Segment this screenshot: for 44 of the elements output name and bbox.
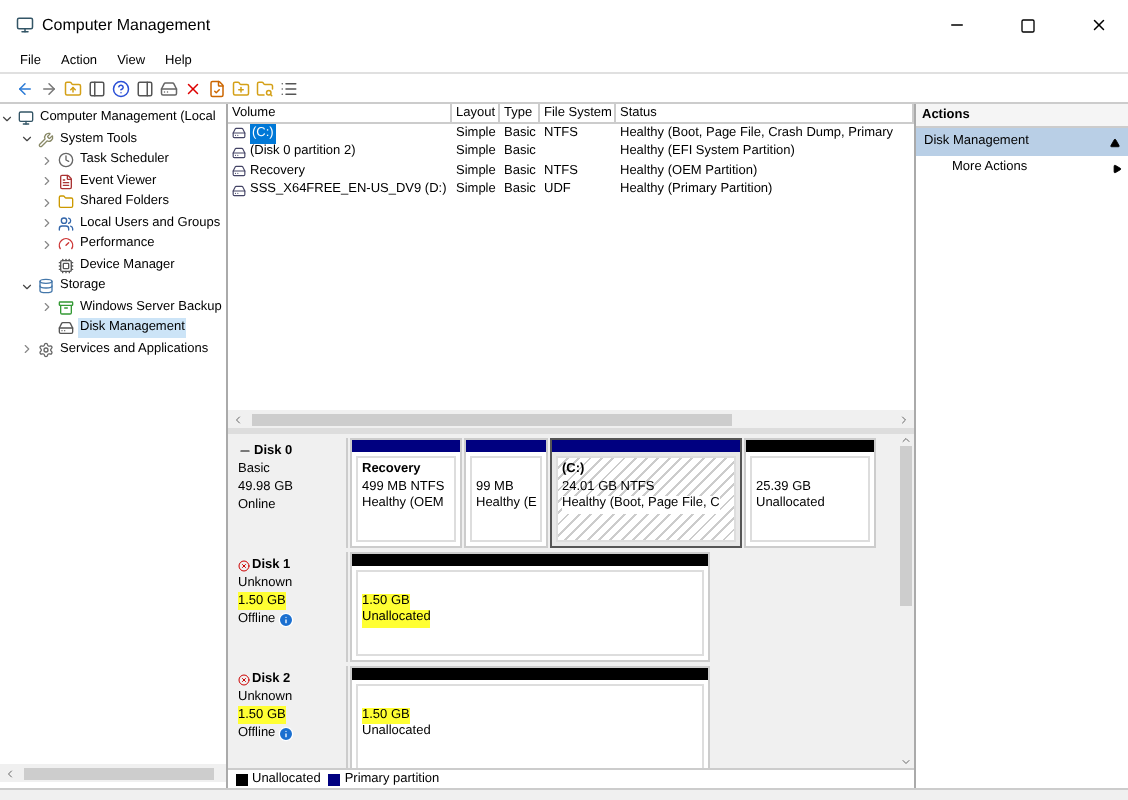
- window-title: Computer Management: [42, 13, 211, 37]
- volume-icon: [232, 145, 246, 160]
- document-icon[interactable]: [208, 79, 226, 97]
- backup-icon: [58, 299, 74, 316]
- folder-icon: [58, 194, 74, 211]
- collapse-icon[interactable]: [1110, 137, 1120, 147]
- panel-icon[interactable]: [136, 79, 154, 97]
- help-icon[interactable]: [112, 79, 130, 97]
- users-icon: [58, 215, 74, 232]
- drive-icon[interactable]: [160, 79, 178, 97]
- panel-icon[interactable]: [88, 79, 106, 97]
- log-icon: [58, 173, 74, 190]
- tools-icon: [38, 131, 54, 148]
- back-arrow-icon[interactable]: [16, 79, 34, 97]
- folder-search-icon[interactable]: [256, 79, 274, 97]
- submenu-arrow-icon: [1112, 163, 1122, 173]
- horizontal-scrollbar[interactable]: [0, 764, 226, 782]
- delete-icon[interactable]: [184, 79, 202, 97]
- info-icon[interactable]: [277, 611, 294, 627]
- scroll-up-icon[interactable]: [899, 434, 911, 446]
- computer-icon: [18, 110, 34, 127]
- scroll-down-icon[interactable]: [899, 756, 911, 768]
- vertical-scrollbar[interactable]: [896, 434, 914, 768]
- info-icon[interactable]: [277, 725, 294, 741]
- scroll-right-icon[interactable]: [898, 413, 910, 425]
- gauge-icon: [58, 236, 74, 253]
- maximize-icon[interactable]: [1020, 17, 1036, 33]
- scroll-left-icon[interactable]: [232, 413, 244, 425]
- volume-icon: [232, 164, 246, 179]
- storage-icon: [38, 278, 54, 295]
- volume-icon: [232, 126, 246, 141]
- folder-icon[interactable]: [232, 79, 250, 97]
- gear-icon: [38, 341, 54, 358]
- volume-icon: [232, 183, 246, 198]
- chip-icon: [58, 257, 74, 274]
- folder-up-icon[interactable]: [64, 79, 82, 97]
- list-icon[interactable]: [280, 79, 298, 97]
- drive-icon: [58, 320, 74, 337]
- app-icon: [16, 16, 34, 34]
- horizontal-scrollbar[interactable]: [228, 410, 914, 428]
- close-icon[interactable]: [1090, 16, 1108, 34]
- forward-arrow-icon[interactable]: [40, 79, 58, 97]
- clock-icon: [58, 152, 74, 169]
- scroll-left-icon[interactable]: [4, 767, 16, 779]
